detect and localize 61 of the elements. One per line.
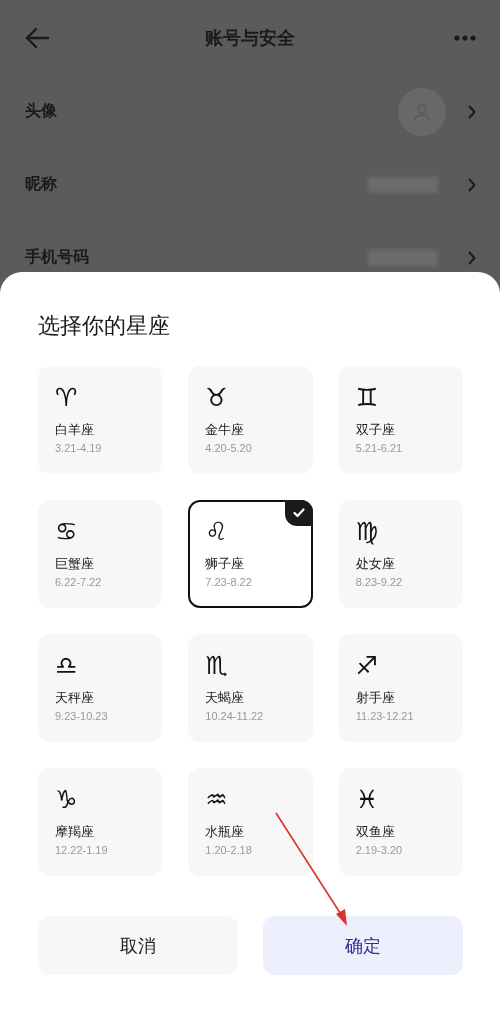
zodiac-symbol: ♉: [205, 382, 228, 414]
zodiac-symbol: ♎: [55, 650, 78, 682]
zodiac-card[interactable]: ♍ 处女座 8.23-9.22: [338, 500, 463, 608]
zodiac-dates: 12.22-1.19: [55, 844, 109, 857]
zodiac-name: 白羊座: [55, 422, 95, 438]
zodiac-name: 双子座: [355, 422, 396, 438]
zodiac-symbol: ♓: [355, 784, 379, 816]
zodiac-dates: 1.20-2.18: [205, 844, 253, 857]
zodiac-card[interactable]: ♌ 狮子座 7.23-8.22: [188, 500, 313, 608]
zodiac-dates: 10.24-11.22: [205, 710, 265, 723]
zodiac-card[interactable]: ♒ 水瓶座 1.20-2.18: [188, 768, 313, 876]
zodiac-symbol: ♊: [355, 382, 379, 414]
zodiac-card[interactable]: ♊ 双子座 5.21-6.21: [338, 366, 463, 474]
row-label: 手机号码: [25, 247, 90, 267]
sheet-title: 选择你的星座: [38, 314, 170, 338]
zodiac-symbol: ♋: [55, 516, 78, 548]
zodiac-dates: 2.19-3.20: [355, 844, 404, 857]
page-title: 账号与安全: [205, 26, 295, 50]
zodiac-card[interactable]: ♐ 射手座 11.23-12.21: [338, 634, 463, 742]
zodiac-symbol: ♏: [205, 650, 228, 682]
zodiac-card[interactable]: ♋ 巨蟹座 6.22-7.22: [38, 500, 163, 608]
zodiac-card[interactable]: ♓ 双鱼座 2.19-3.20: [338, 768, 463, 876]
zodiac-dates: 4.20-5.20: [205, 442, 253, 455]
check-icon: [292, 508, 305, 518]
more-button[interactable]: [454, 34, 476, 41]
zodiac-name: 天蝎座: [205, 690, 246, 706]
zodiac-card[interactable]: ♉ 金牛座 4.20-5.20: [188, 366, 313, 474]
chevron-icon: [468, 250, 476, 265]
cancel-button[interactable]: 取消: [38, 916, 238, 975]
back-button[interactable]: [24, 26, 50, 49]
row-label: 头像: [25, 101, 58, 121]
zodiac-dates: 11.23-12.21: [355, 710, 415, 723]
zodiac-name: 水瓶座: [205, 824, 246, 840]
chevron-icon: [468, 177, 476, 192]
zodiac-name: 处女座: [355, 556, 396, 572]
confirm-button[interactable]: 确定: [263, 916, 463, 975]
zodiac-name: 金牛座: [205, 422, 246, 438]
zodiac-name: 狮子座: [205, 556, 246, 572]
zodiac-symbol: ♒: [205, 784, 228, 816]
zodiac-name: 摩羯座: [55, 824, 95, 840]
zodiac-dates: 5.21-6.21: [355, 442, 404, 455]
zodiac-dates: 6.22-7.22: [55, 576, 103, 589]
zodiac-name: 巨蟹座: [55, 556, 95, 572]
zodiac-card[interactable]: ♈ 白羊座 3.21-4.19: [38, 366, 163, 474]
zodiac-card[interactable]: ♑ 摩羯座 12.22-1.19: [38, 768, 163, 876]
zodiac-symbol: ♌: [205, 516, 228, 548]
zodiac-name: 双鱼座: [355, 824, 396, 840]
zodiac-card[interactable]: ♎ 天秤座 9.23-10.23: [38, 634, 163, 742]
chevron-icon: [468, 104, 476, 119]
zodiac-name: 天秤座: [55, 690, 95, 706]
zodiac-card[interactable]: ♏ 天蝎座 10.24-11.22: [188, 634, 313, 742]
zodiac-dates: 9.23-10.23: [55, 710, 109, 723]
zodiac-dates: 7.23-8.22: [205, 576, 253, 589]
zodiac-symbol: ♐: [355, 650, 379, 682]
zodiac-symbol: ♑: [55, 784, 78, 816]
zodiac-dates: 3.21-4.19: [55, 442, 103, 455]
zodiac-name: 射手座: [355, 690, 396, 706]
zodiac-symbol: ♍: [355, 516, 379, 548]
row-label: 昵称: [25, 174, 58, 194]
zodiac-symbol: ♈: [55, 382, 78, 414]
zodiac-dates: 8.23-9.22: [355, 576, 404, 589]
